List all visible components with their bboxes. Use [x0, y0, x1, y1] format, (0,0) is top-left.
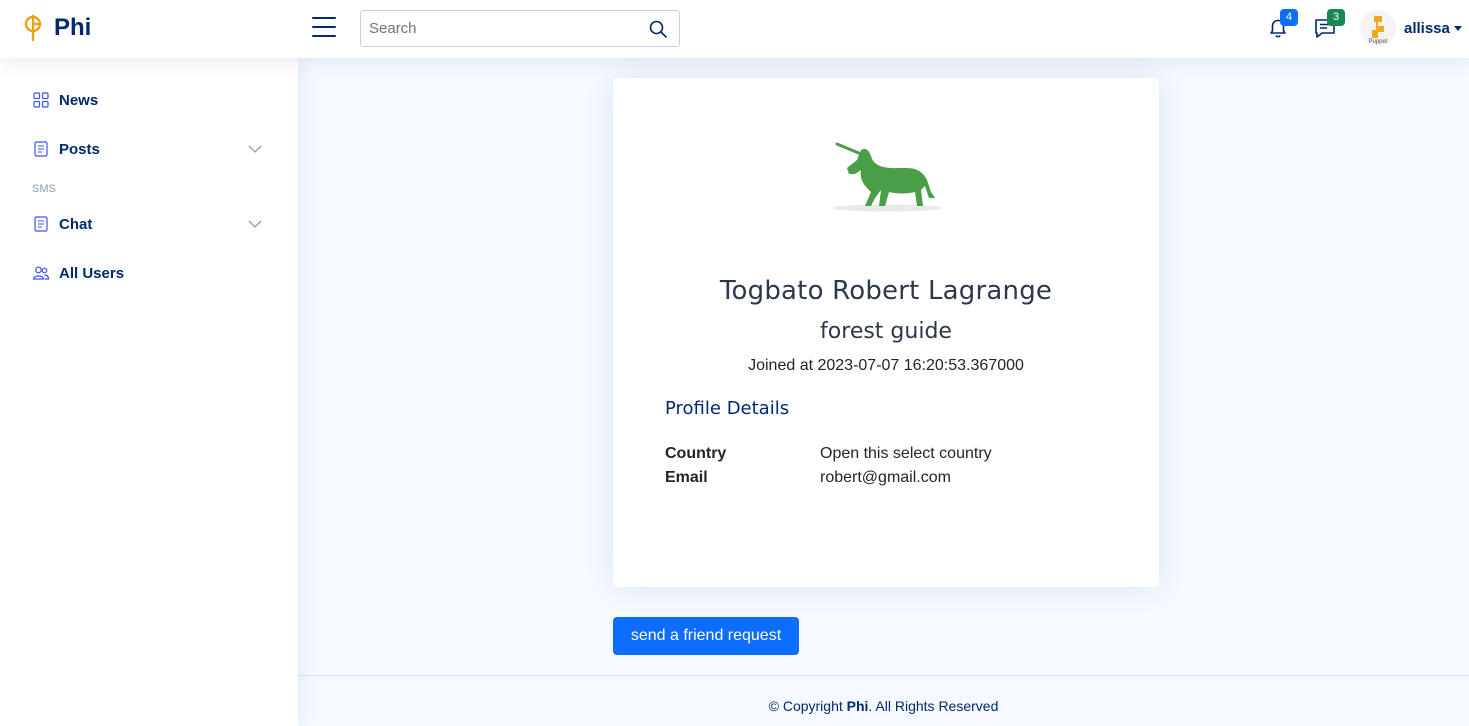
hamburger-line-icon — [312, 17, 336, 19]
document-icon — [34, 216, 48, 232]
avatar-label: Puppet — [1368, 39, 1388, 45]
brand-name: Phi — [54, 14, 92, 41]
profile-detail-row: Email robert@gmail.com — [665, 469, 951, 487]
hamburger-line-icon — [312, 26, 336, 28]
sidebar-item-chat[interactable]: Chat — [20, 204, 278, 244]
footer-prefix: © Copyright — [768, 698, 847, 714]
profile-joined-date: Joined at 2023-07-07 16:20:53.367000 — [748, 357, 1024, 374]
search-form — [360, 10, 680, 47]
messages-button[interactable]: 3 — [1313, 9, 1345, 40]
toggle-sidebar-button[interactable] — [312, 17, 336, 39]
chevron-down-icon — [248, 145, 262, 153]
messages-count-badge: 3 — [1327, 9, 1345, 26]
brand-logo[interactable]: Phi — [24, 14, 91, 42]
grid-icon — [33, 92, 49, 108]
user-name: allissa — [1404, 19, 1450, 37]
sidebar-item-label: Posts — [59, 140, 100, 158]
profile-details-title: Profile Details — [665, 398, 790, 419]
detail-value: robert@gmail.com — [820, 469, 951, 486]
profile-detail-row: Country Open this select country — [665, 445, 992, 463]
footer-divider — [298, 675, 1469, 676]
sidebar-item-posts[interactable]: Posts — [20, 129, 278, 169]
profile-full-name: Togbato Robert Lagrange — [719, 276, 1053, 306]
sidebar-item-label: News — [59, 91, 99, 109]
top-header: Phi 4 3 Puppet allissa — [0, 0, 1469, 58]
footer-suffix: . All Rights Reserved — [868, 698, 999, 714]
footer-copyright: © Copyright Phi. All Rights Reserved — [298, 698, 1469, 714]
sidebar-item-all-users[interactable]: All Users — [20, 253, 278, 293]
chevron-down-icon — [248, 220, 262, 228]
profile-occupation: forest guide — [820, 319, 952, 344]
profile-card: Togbato Robert Lagrange forest guide Joi… — [613, 78, 1159, 587]
hamburger-line-icon — [312, 35, 336, 37]
detail-label: Email — [665, 469, 708, 486]
sidebar-item-label: All Users — [59, 264, 125, 282]
search-icon[interactable] — [649, 20, 667, 38]
sidebar-item-label: Chat — [59, 215, 93, 233]
sidebar-item-news[interactable]: News — [20, 80, 278, 120]
people-icon — [32, 266, 50, 280]
user-profile-dropdown[interactable]: Puppet allissa — [1360, 10, 1462, 46]
phi-logo-icon — [24, 14, 42, 42]
footer-brand: Phi — [846, 698, 869, 714]
caret-down-icon — [1453, 25, 1462, 31]
unicorn-icon — [832, 142, 942, 212]
notifications-button[interactable]: 4 — [1266, 9, 1298, 40]
sidebar-heading-sms: SMS — [32, 183, 56, 195]
avatar: Puppet — [1360, 10, 1396, 46]
detail-value: Open this select country — [820, 445, 992, 462]
notifications-count-badge: 4 — [1280, 9, 1298, 26]
detail-label: Country — [665, 445, 727, 462]
search-input[interactable] — [361, 11, 631, 46]
document-icon — [34, 141, 48, 157]
sidebar: News Posts SMS Chat All Users — [0, 58, 298, 726]
send-friend-request-button[interactable]: send a friend request — [613, 617, 799, 655]
